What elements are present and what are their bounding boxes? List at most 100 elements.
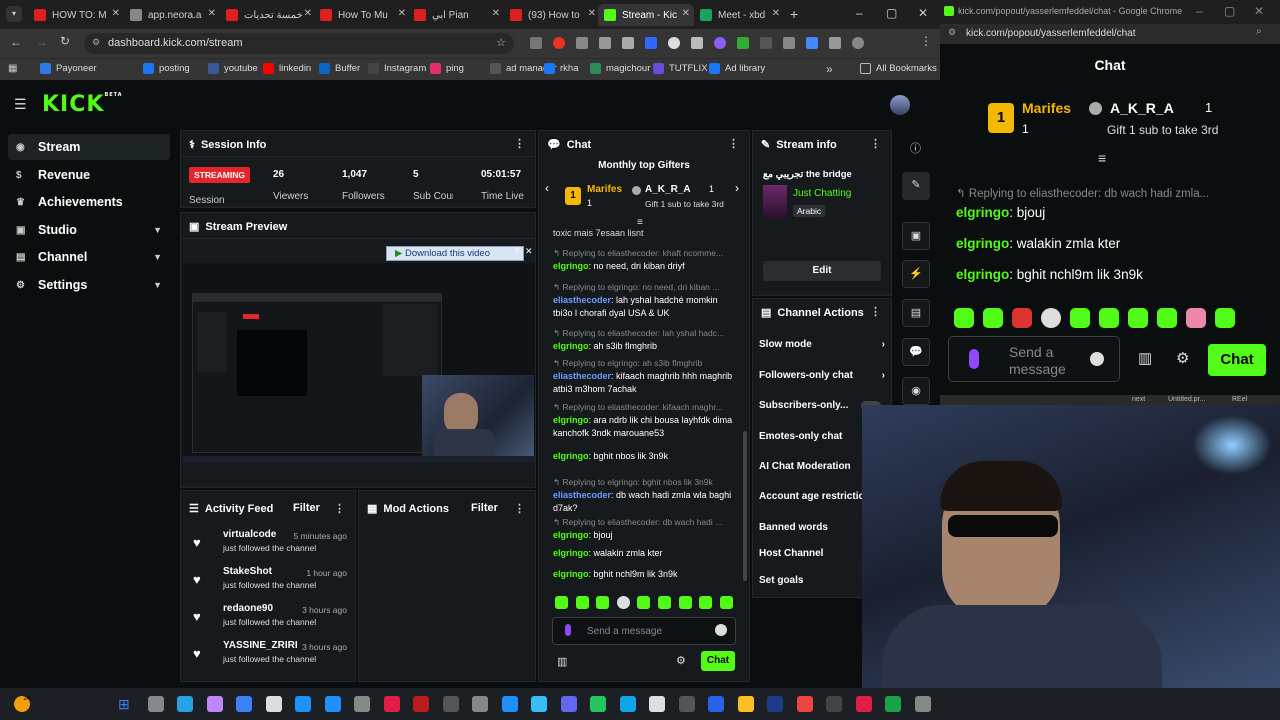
edit-button[interactable]: Edit xyxy=(763,261,881,281)
lightning-button[interactable]: ⚡ xyxy=(902,260,930,288)
chat-menu-icon[interactable]: ⋮ xyxy=(728,137,739,150)
mod-menu-icon[interactable]: ⋮ xyxy=(514,502,525,515)
popout-emote-icon[interactable] xyxy=(1128,308,1148,328)
popout-emote-icon[interactable] xyxy=(954,308,974,328)
kick-logo[interactable]: KICKBETA xyxy=(42,92,123,117)
activity-filter-button[interactable]: Filter xyxy=(293,502,320,514)
bookmark-item[interactable]: linkedin xyxy=(263,63,311,74)
new-tab-button[interactable]: + xyxy=(790,6,798,22)
taskbar-app-icon[interactable] xyxy=(265,696,282,712)
popout-close-icon[interactable]: ✕ xyxy=(1254,4,1264,18)
url-bar[interactable]: ⚙ dashboard.kick.com/stream ☆ xyxy=(84,33,514,54)
tab-close-icon[interactable]: ✕ xyxy=(492,8,500,19)
close-window-icon[interactable]: ✕ xyxy=(918,6,928,20)
popout-emoji-icon[interactable] xyxy=(1090,352,1104,366)
store-icon[interactable]: ▥ xyxy=(557,655,567,668)
bookmark-item[interactable]: TUTFLIX xyxy=(653,63,708,74)
taskbar-app-icon[interactable] xyxy=(796,696,813,712)
emote-icon[interactable] xyxy=(637,596,651,609)
bookmark-item[interactable]: magichour xyxy=(590,63,650,74)
taskbar-app-icon[interactable] xyxy=(914,696,931,712)
all-bookmarks[interactable]: All Bookmarks xyxy=(860,63,937,74)
emote-icon[interactable] xyxy=(596,596,610,609)
edit-layout-button[interactable]: ✎ xyxy=(902,172,930,200)
chat-username[interactable]: eliasthecoder xyxy=(553,295,611,305)
popout-emote-icon[interactable] xyxy=(1012,308,1032,328)
reload-icon[interactable]: ↻ xyxy=(60,34,70,48)
apps-grid-icon[interactable]: ▦ xyxy=(8,63,17,74)
taskbar-app-icon[interactable] xyxy=(619,696,636,712)
sidebar-item-revenue[interactable]: $ Revenue xyxy=(8,162,170,188)
taskbar-app-icon[interactable] xyxy=(560,696,577,712)
popout-urlbar[interactable]: ⚙ kick.com/popout/yasserlemfeddel/chat ⌕ xyxy=(940,24,1280,44)
popout-emote-icon[interactable] xyxy=(983,308,1003,328)
taskbar-app-icon[interactable] xyxy=(324,696,341,712)
back-icon[interactable]: ← xyxy=(10,35,22,49)
tab-close-icon[interactable]: ✕ xyxy=(398,8,406,19)
emote-icon[interactable] xyxy=(658,596,671,609)
popout-emote-icon[interactable] xyxy=(1215,308,1235,328)
gift-cta[interactable]: Gift 1 sub to take 3rd xyxy=(645,199,724,209)
channel-action-item[interactable]: Followers-only chat › xyxy=(759,370,885,381)
taskbar-app-icon[interactable] xyxy=(383,696,400,712)
taskbar-app-icon[interactable]: ⊞ xyxy=(118,696,134,712)
popout-emote-icon[interactable] xyxy=(1070,308,1090,328)
bookmark-item[interactable]: Instagram xyxy=(368,63,426,74)
chat-button[interactable]: 💬 xyxy=(902,338,930,366)
browser-tab[interactable]: ابي Pian ✕ xyxy=(408,4,504,26)
popout-gift-cta[interactable]: Gift 1 sub to take 3rd xyxy=(1107,123,1218,137)
extension-icons[interactable] xyxy=(530,37,910,51)
close-download-icon[interactable]: ✕ xyxy=(525,246,535,260)
tab-close-icon[interactable]: ✕ xyxy=(588,8,596,19)
browser-tab[interactable]: (93) How to ✕ xyxy=(504,4,600,26)
sidebar-item-channel[interactable]: ▤ Channel ▼ xyxy=(8,244,170,270)
taskbar-app-icon[interactable] xyxy=(590,696,606,712)
taskbar-app-icon[interactable] xyxy=(767,696,783,712)
chat-username[interactable]: elgringo xyxy=(553,261,589,271)
gifters-next-icon[interactable]: › xyxy=(735,181,739,195)
chat-username[interactable]: eliasthecoder xyxy=(553,371,611,381)
channel-action-item[interactable]: Account age restriction xyxy=(759,491,863,502)
emote-icon[interactable] xyxy=(678,596,692,609)
site-info-icon[interactable]: ⚙ xyxy=(92,37,100,48)
forward-icon[interactable]: → xyxy=(36,35,48,49)
popout-emote-icon[interactable] xyxy=(1157,308,1177,328)
taskbar-app-icon[interactable] xyxy=(236,696,252,712)
chat-username[interactable]: elgringo xyxy=(553,530,589,540)
bookmark-item[interactable]: rkha xyxy=(544,63,578,74)
weather-badge[interactable]: 24 xyxy=(14,696,30,712)
chat-username[interactable]: elgringo xyxy=(553,548,589,558)
tab-close-icon[interactable]: ✕ xyxy=(682,8,690,19)
tab-close-icon[interactable]: ✕ xyxy=(304,8,312,19)
emote-icon[interactable] xyxy=(555,596,568,609)
notes-button[interactable]: ▤ xyxy=(902,299,930,327)
gifters-prev-icon[interactable]: ‹ xyxy=(545,181,549,195)
emote-icon[interactable] xyxy=(699,596,713,609)
tab-close-icon[interactable]: ✕ xyxy=(112,8,120,19)
sidebar-item-achievements[interactable]: ♛ Achievements xyxy=(8,189,170,215)
minimize-icon[interactable]: – xyxy=(856,6,863,20)
chat-username[interactable]: eliasthecoder xyxy=(553,490,611,500)
chat-username[interactable]: elgringo xyxy=(553,569,589,579)
taskbar-app-icon[interactable] xyxy=(501,696,518,712)
popout-username[interactable]: elgringo xyxy=(956,236,1009,251)
popout-emote-icon[interactable] xyxy=(1041,308,1061,328)
taskbar-app-icon[interactable] xyxy=(826,696,842,712)
taskbar-app-icon[interactable] xyxy=(472,696,488,712)
menu-kebab-icon[interactable]: ⋮ xyxy=(920,34,932,48)
channel-actions-menu-icon[interactable]: ⋮ xyxy=(870,305,881,318)
chat-input[interactable]: Send a message xyxy=(552,617,736,645)
browser-tab[interactable]: HOW TO: M ✕ xyxy=(28,4,124,26)
popout-chat-input[interactable]: Send a message xyxy=(948,336,1120,382)
popout-store-icon[interactable]: ▥ xyxy=(1138,349,1152,367)
activity-menu-icon[interactable]: ⋮ xyxy=(334,502,345,515)
browser-tab[interactable]: app.neora.a ✕ xyxy=(124,4,220,26)
popout-username[interactable]: elgringo xyxy=(956,205,1009,220)
hamburger-menu-icon[interactable]: ☰ xyxy=(14,96,27,113)
chat-username[interactable]: elgringo xyxy=(553,415,589,425)
bookmark-item[interactable]: youtube xyxy=(208,63,258,74)
activity-user[interactable]: redaone90 xyxy=(223,603,273,614)
video-preview[interactable] xyxy=(182,263,535,463)
maximize-icon[interactable]: ▢ xyxy=(886,6,897,20)
taskbar-app-icon[interactable] xyxy=(442,696,459,712)
